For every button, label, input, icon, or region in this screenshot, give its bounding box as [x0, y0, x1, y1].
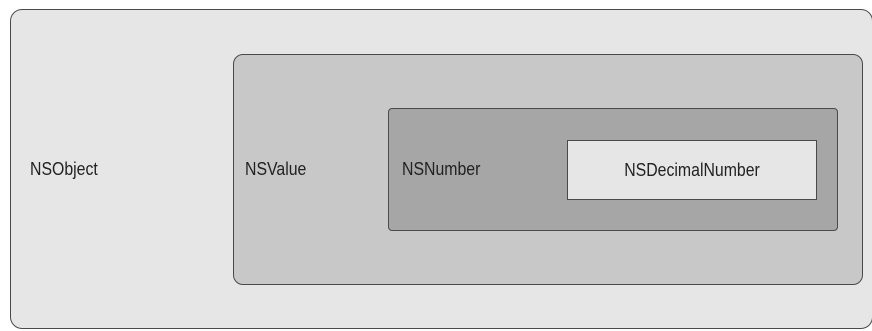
nsobject-label: NSObject [30, 159, 98, 179]
class-hierarchy-diagram: NSObject NSValue NSNumber NSDecimalNumbe… [0, 0, 872, 331]
nsvalue-label: NSValue [245, 159, 307, 179]
nsdecimalnumber-label-wrap: NSDecimalNumber [568, 141, 816, 199]
nsdecimalnumber-label: NSDecimalNumber [624, 159, 760, 180]
nsnumber-label: NSNumber [402, 159, 481, 179]
nsdecimalnumber-box: NSDecimalNumber [567, 140, 817, 200]
